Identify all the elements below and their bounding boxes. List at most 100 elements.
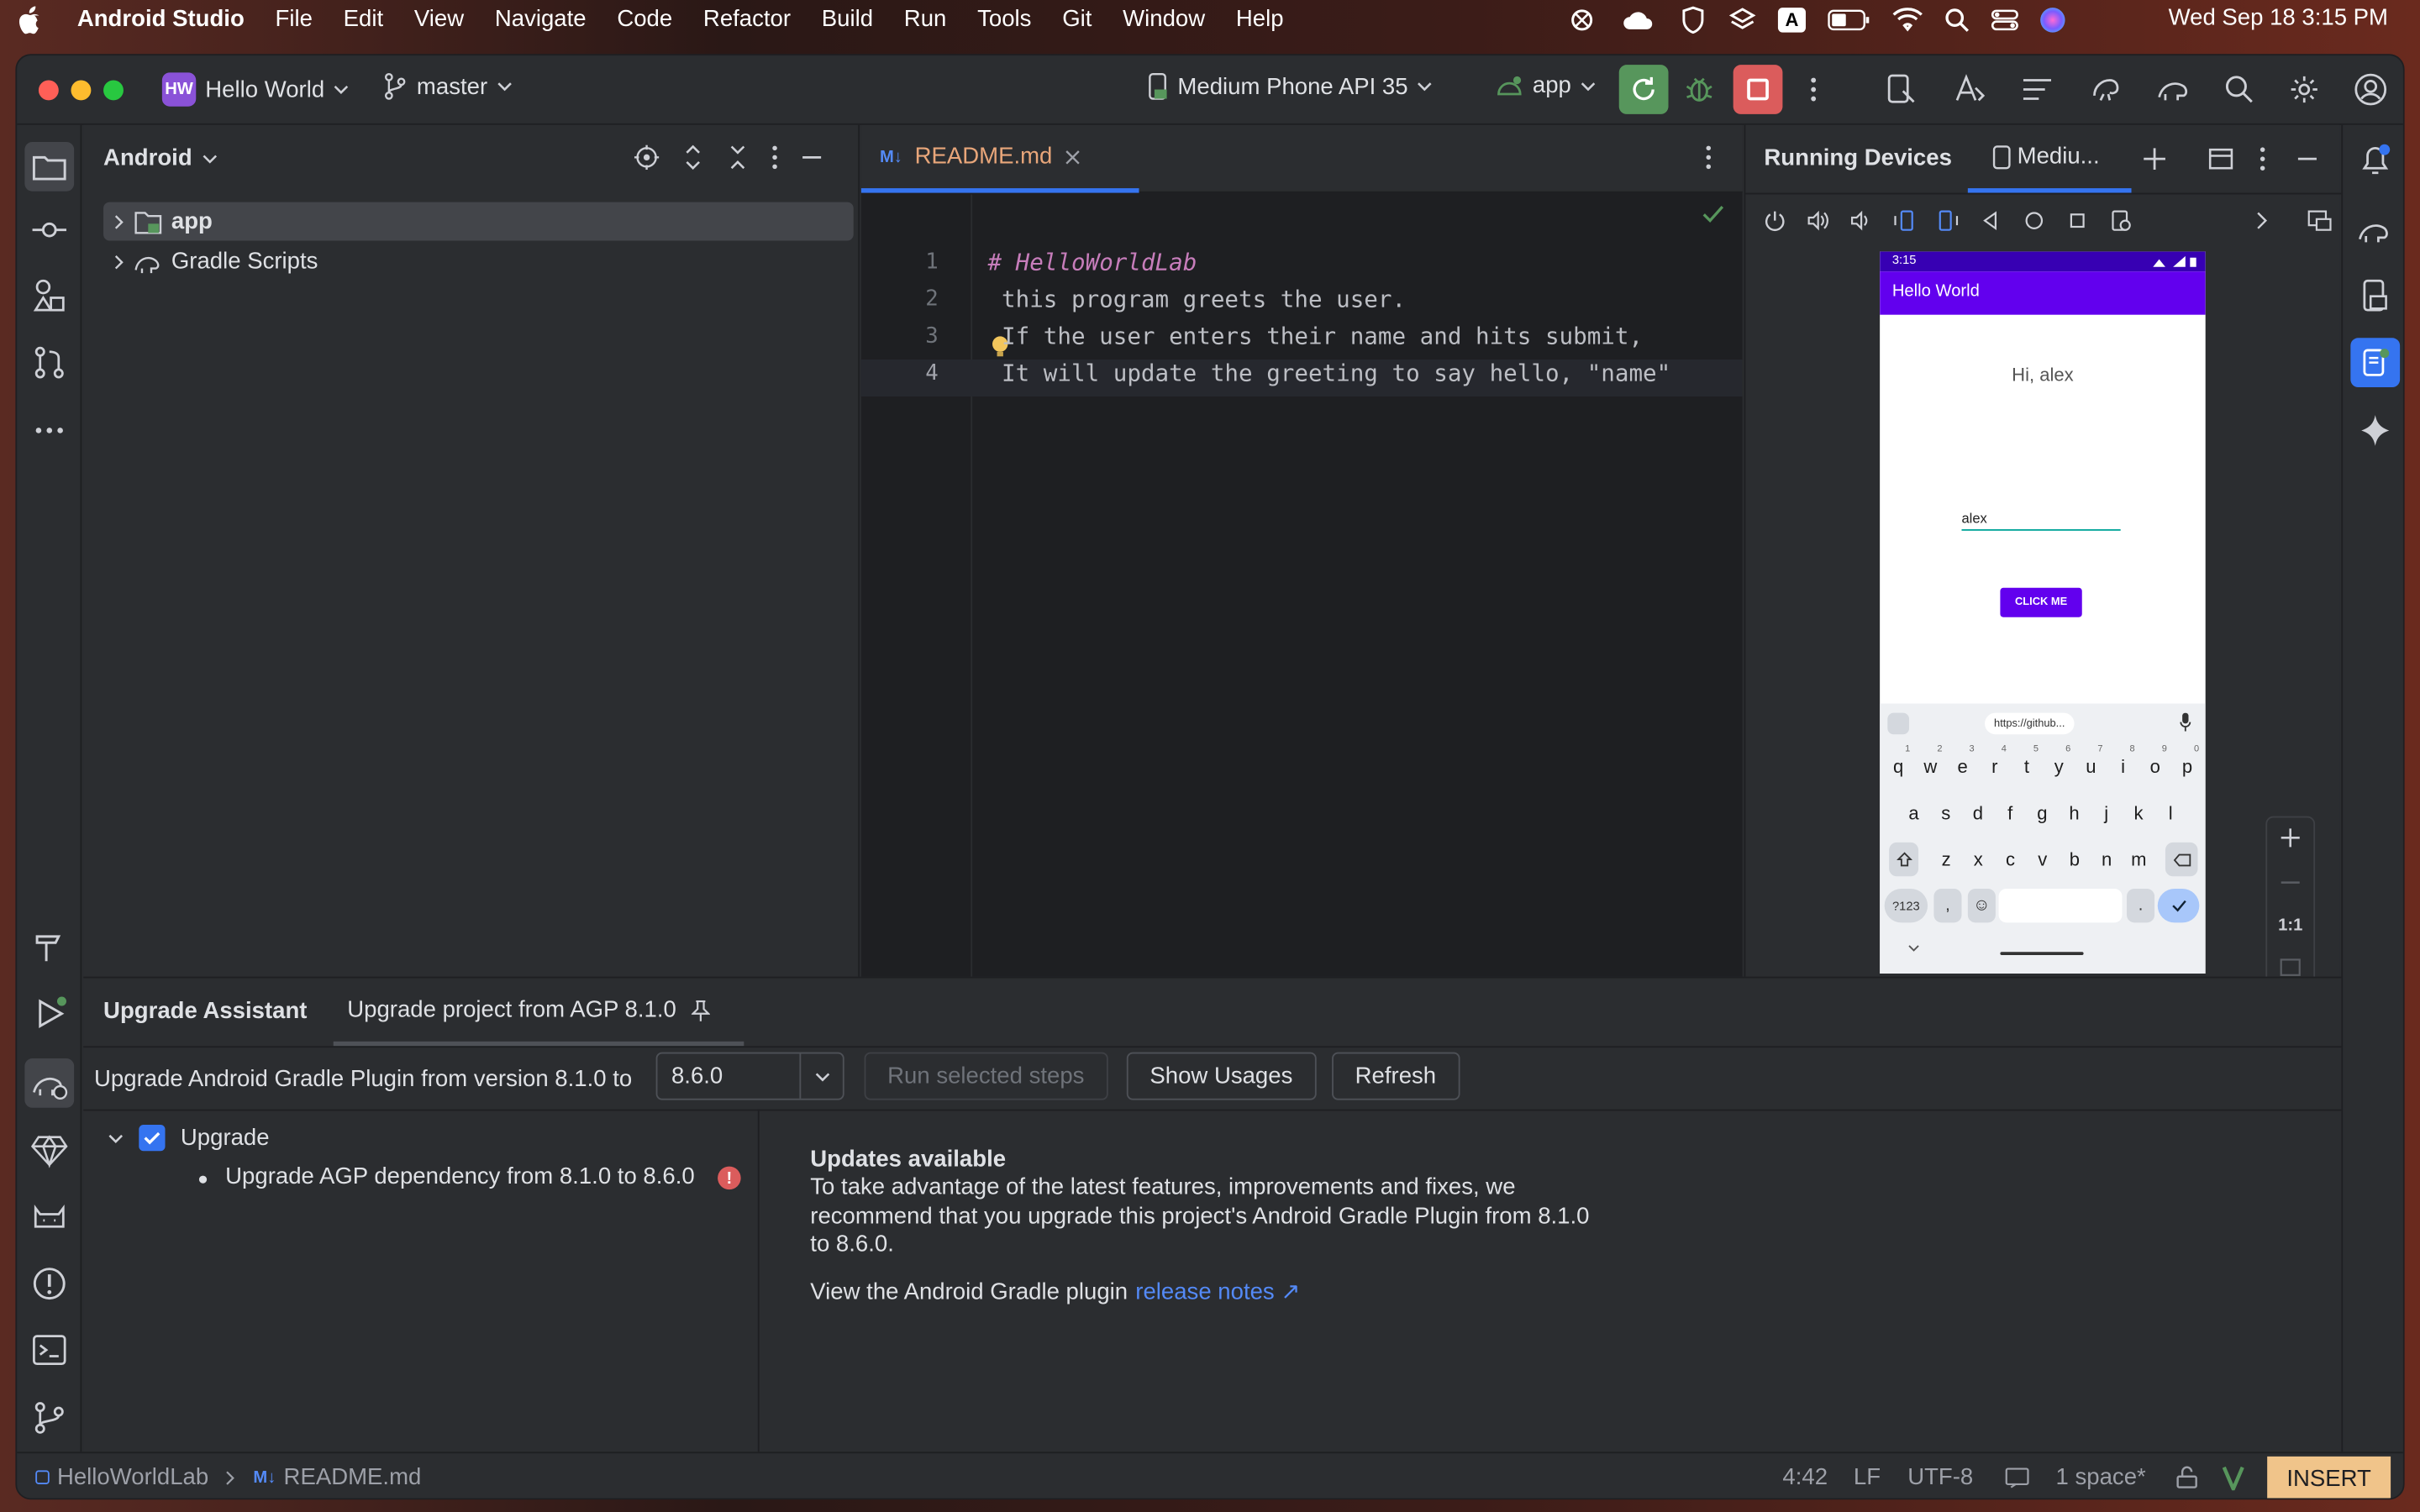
editor-tab-readme[interactable]: M↓ README.md [860, 125, 1139, 193]
keyboard-key-x[interactable]: x [1965, 848, 1992, 870]
keyboard-key-y[interactable]: y [2045, 756, 2073, 778]
hide-panel-icon[interactable] [2296, 146, 2318, 171]
upgrade-project-tab[interactable]: Upgrade project from AGP 8.1.0 [333, 978, 744, 1047]
keyboard-key-z[interactable]: z [1933, 848, 1960, 870]
sync-icon[interactable] [2020, 72, 2054, 106]
siri-icon[interactable] [2040, 7, 2065, 32]
vim-icon[interactable] [2222, 1466, 2244, 1491]
cloud-icon[interactable] [1621, 5, 1658, 33]
lock-icon[interactable] [2176, 1466, 2198, 1489]
breadcrumb-project[interactable]: HelloWorldLab [57, 1464, 208, 1490]
keyboard-key-i[interactable]: i [2109, 756, 2137, 778]
layers-icon[interactable] [1728, 5, 1756, 33]
line-separator[interactable]: LF [1854, 1464, 1881, 1490]
minimize-window-button[interactable] [71, 80, 92, 101]
keyboard-period-key[interactable]: . [2127, 888, 2155, 923]
app-name[interactable]: Android Studio [61, 6, 260, 32]
keyboard-key-p[interactable]: p [2173, 756, 2201, 778]
layout-icon[interactable] [2208, 146, 2233, 171]
emulator-screen[interactable]: 3:15 Hello World Hi, alex alex CLICK ME … [1880, 251, 2206, 974]
keyboard-key-c[interactable]: c [1996, 848, 2024, 870]
gemini-sparkle-icon[interactable] [2357, 412, 2394, 449]
keyboard-key-k[interactable]: k [2124, 802, 2152, 824]
keyboard-hide-icon[interactable] [1907, 944, 1920, 952]
collapse-all-icon[interactable] [727, 145, 749, 170]
gradle-sync-icon[interactable] [2088, 72, 2122, 106]
control-center-icon[interactable] [1991, 7, 2018, 31]
keyboard-key-j[interactable]: j [2092, 802, 2120, 824]
zoom-actual-size[interactable]: 1:1 [2265, 916, 2315, 935]
search-icon[interactable] [1944, 7, 1970, 31]
add-device-icon[interactable] [2142, 146, 2166, 171]
options-icon[interactable] [2260, 146, 2265, 171]
overview-icon[interactable] [2066, 210, 2088, 232]
account-icon[interactable] [2354, 72, 2387, 106]
shield-icon[interactable] [1679, 5, 1707, 34]
keyboard-space-key[interactable] [1998, 888, 2123, 923]
menu-git[interactable]: Git [1047, 6, 1107, 32]
keyboard-backspace-key[interactable] [2165, 842, 2198, 877]
run-icon[interactable] [31, 995, 68, 1032]
version-combobox[interactable]: 8.6.0 [655, 1052, 844, 1100]
refresh-button[interactable]: Refresh [1332, 1052, 1460, 1100]
running-devices-tool-icon[interactable] [2350, 338, 2401, 388]
menu-edit[interactable]: Edit [328, 6, 398, 32]
menu-window[interactable]: Window [1107, 6, 1221, 32]
volume-down-icon[interactable] [1850, 210, 1872, 232]
volume-up-icon[interactable] [1807, 210, 1829, 232]
keyboard-key-d[interactable]: d [1964, 802, 1991, 824]
stop-button[interactable] [1733, 65, 1783, 114]
upgrade-root-node[interactable]: Upgrade [108, 1124, 270, 1152]
resource-manager-icon[interactable] [31, 278, 68, 315]
power-icon[interactable] [1764, 210, 1786, 232]
close-window-button[interactable] [38, 80, 59, 101]
options-icon[interactable] [771, 145, 777, 170]
locate-file-icon[interactable] [634, 144, 660, 171]
keyboard-apps-icon[interactable] [1887, 712, 1910, 735]
keyboard-key-t[interactable]: t [2012, 756, 2040, 778]
menu-help[interactable]: Help [1221, 6, 1299, 32]
back-icon[interactable] [1981, 210, 2002, 232]
run-config-selector[interactable]: app [1496, 72, 1596, 99]
gem-icon[interactable] [30, 1131, 68, 1168]
run-selected-steps-button[interactable]: Run selected steps [864, 1052, 1108, 1100]
gesture-bar[interactable] [2000, 952, 2084, 955]
apple-icon[interactable] [0, 0, 61, 39]
settings-gear-icon[interactable] [2289, 74, 2320, 105]
keyboard-key-l[interactable]: l [2157, 802, 2185, 824]
keyboard-emoji-icon[interactable]: ☺ [1967, 888, 1996, 923]
caret-position[interactable]: 4:42 [1782, 1464, 1828, 1490]
zoom-out-icon[interactable] [2280, 872, 2302, 894]
keyboard-key-w[interactable]: w [1917, 756, 1944, 778]
device-tab[interactable]: Mediu... [1967, 125, 2132, 193]
keyboard-shift-key[interactable] [1889, 842, 1919, 877]
keyboard-comma-key[interactable]: , [1933, 888, 1962, 923]
device-selector[interactable]: Medium Phone API 35 [1147, 72, 1433, 100]
close-tab-icon[interactable] [1065, 149, 1080, 164]
branch-selector[interactable]: master [383, 72, 513, 100]
keyboard-clipboard-chip[interactable]: https://github... [1985, 712, 2075, 735]
pull-requests-icon[interactable] [31, 344, 68, 381]
rotate-right-icon[interactable] [1937, 210, 1959, 232]
zoom-window-button[interactable] [103, 80, 124, 101]
code-line-heading[interactable]: # HelloWorldLab [988, 249, 1197, 276]
keyboard-key-m[interactable]: m [2125, 848, 2153, 870]
project-selector[interactable]: HW Hello World [161, 72, 350, 107]
tree-item-gradle-scripts[interactable]: Gradle Scripts [103, 242, 318, 281]
screenshot-icon[interactable] [2110, 210, 2132, 232]
menu-clock[interactable]: Wed Sep 18 3:15 PM [2169, 5, 2388, 31]
release-notes-link[interactable]: release notes ↗ [1135, 1278, 1300, 1305]
keyboard-key-g[interactable]: g [2028, 802, 2056, 824]
keyboard-key-v[interactable]: v [2028, 848, 2056, 870]
menu-file[interactable]: File [260, 6, 328, 32]
project-view-selector[interactable]: Android [103, 145, 217, 171]
version-value[interactable]: 8.6.0 [657, 1063, 799, 1089]
show-usages-button[interactable]: Show Usages [1126, 1052, 1316, 1100]
menu-run[interactable]: Run [888, 6, 961, 32]
rerun-button[interactable] [1618, 65, 1669, 114]
notifications-bell-icon[interactable] [2357, 142, 2394, 179]
error-icon[interactable]: ! [718, 1166, 741, 1190]
device-file-explorer-icon[interactable] [2357, 278, 2394, 315]
code-line[interactable]: It will update the greeting to say hello… [1002, 360, 1670, 387]
zoom-in-icon[interactable] [2280, 827, 2302, 848]
